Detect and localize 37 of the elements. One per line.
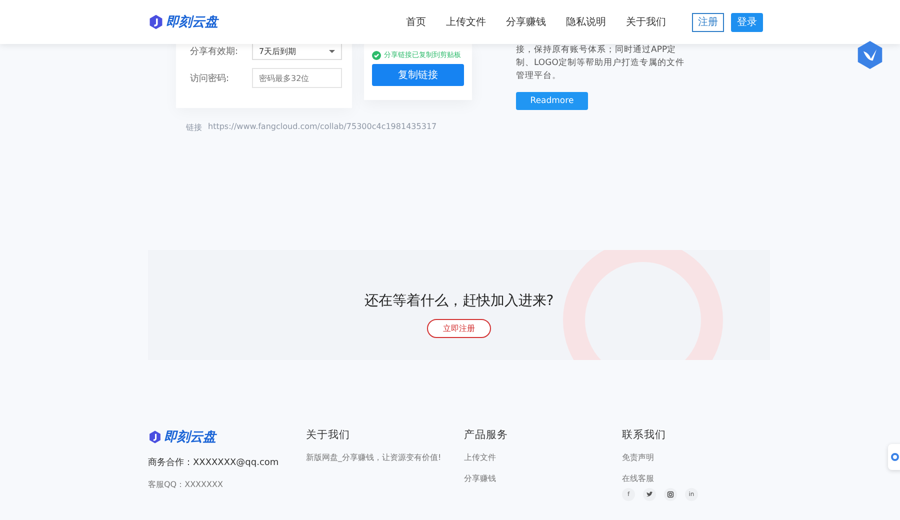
link-label: 链接	[186, 122, 202, 133]
nav-link[interactable]: 上传文件	[446, 15, 486, 29]
footer-heading: 关于我们	[306, 428, 351, 442]
field-label: 分享有效期:	[190, 46, 240, 58]
contact-text: 客服QQ：XXXXXXX	[148, 479, 224, 490]
field-label: 访问密码:	[190, 72, 230, 84]
logo[interactable]: 即刻云盘	[148, 13, 218, 31]
cta-title: 还在等着什么，赶快加入进来?	[364, 292, 554, 310]
login-button[interactable]: 登录	[731, 12, 763, 32]
expiry-select[interactable]: 7天后到期	[252, 42, 342, 60]
footer-heading: 产品服务	[464, 428, 509, 442]
footer-link[interactable]: 在线客服	[622, 473, 698, 484]
logo-icon	[148, 14, 164, 30]
nav-link[interactable]: 首页	[406, 15, 426, 29]
logo-icon	[148, 430, 162, 444]
camera-icon[interactable]	[664, 488, 677, 501]
check-icon	[372, 50, 381, 60]
nav-link[interactable]: 分享赚钱	[506, 15, 546, 29]
nav-link[interactable]: 隐私说明	[566, 15, 606, 29]
footer-link[interactable]: 上传文件	[464, 452, 622, 463]
footer-link[interactable]: 新版网盘_分享赚钱，让资源变有价值!	[306, 452, 464, 463]
readmore-button[interactable]: Readmore	[516, 92, 588, 110]
nav-link[interactable]: 关于我们	[626, 15, 666, 29]
copy-link-button[interactable]: 复制链接	[372, 64, 464, 86]
footer-link[interactable]: 免责声明	[622, 452, 698, 463]
contact-text: 商务合作：XXXXXXX@qq.com	[148, 456, 280, 469]
chat-icon	[891, 453, 899, 461]
footer-heading: 联系我们	[622, 428, 667, 442]
footer-logo: 即刻云盘	[148, 428, 306, 446]
footer-link[interactable]: 分享赚钱	[464, 473, 622, 484]
register-button[interactable]: 注册	[692, 12, 724, 32]
link-url: https://www.fangcloud.com/collab/75300c4c1981435317	[208, 122, 437, 133]
intro-paragraph: 接，保持原有账号体系；同时通过APP定 制、LOGO定制等帮助用户打造专属的文件 管理平台。	[516, 44, 684, 83]
side-tab[interactable]	[888, 444, 900, 470]
signup-button[interactable]: 立即注册	[427, 319, 491, 338]
caret-icon	[329, 50, 335, 56]
password-field[interactable]: 密码最多32位	[252, 68, 342, 88]
